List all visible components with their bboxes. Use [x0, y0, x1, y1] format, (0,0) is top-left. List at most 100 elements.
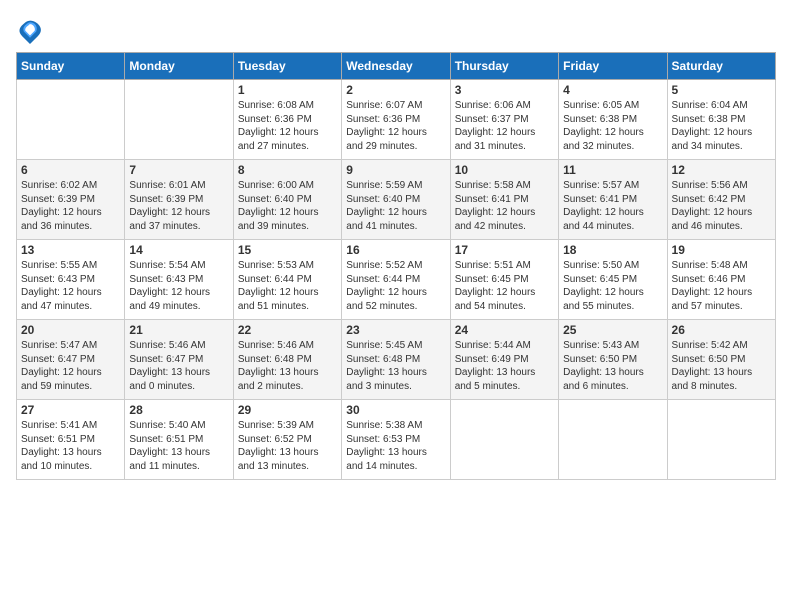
day-number: 2 — [346, 83, 445, 97]
day-number: 11 — [563, 163, 662, 177]
day-info: Sunrise: 5:40 AM Sunset: 6:51 PM Dayligh… — [129, 419, 228, 473]
calendar-cell: 8 Sunrise: 6:00 AM Sunset: 6:40 PM Daylig… — [233, 160, 341, 240]
calendar-cell — [559, 400, 667, 480]
day-header-thursday: Thursday — [450, 53, 558, 80]
day-info: Sunrise: 5:48 AM Sunset: 6:46 PM Dayligh… — [672, 259, 771, 313]
day-number: 28 — [129, 403, 228, 417]
logo — [16, 16, 48, 44]
day-number: 16 — [346, 243, 445, 257]
calendar-table: SundayMondayTuesdayWednesdayThursdayFrid… — [16, 52, 776, 480]
calendar-cell: 11 Sunrise: 5:57 AM Sunset: 6:41 PM Dayli… — [559, 160, 667, 240]
day-info: Sunrise: 5:54 AM Sunset: 6:43 PM Dayligh… — [129, 259, 228, 313]
calendar-cell: 7 Sunrise: 6:01 AM Sunset: 6:39 PM Daylig… — [125, 160, 233, 240]
day-number: 17 — [455, 243, 554, 257]
calendar-cell — [17, 80, 125, 160]
calendar-cell: 5 Sunrise: 6:04 AM Sunset: 6:38 PM Daylig… — [667, 80, 775, 160]
day-number: 12 — [672, 163, 771, 177]
day-number: 26 — [672, 323, 771, 337]
day-number: 23 — [346, 323, 445, 337]
day-number: 4 — [563, 83, 662, 97]
day-info: Sunrise: 6:07 AM Sunset: 6:36 PM Dayligh… — [346, 99, 445, 153]
calendar-cell: 1Sunrise: 6:08 AM Sunset: 6:36 PM Daylig… — [233, 80, 341, 160]
calendar-cell: 2 Sunrise: 6:07 AM Sunset: 6:36 PM Daylig… — [342, 80, 450, 160]
calendar-cell: 18 Sunrise: 5:50 AM Sunset: 6:45 PM Dayli… — [559, 240, 667, 320]
calendar-cell: 12 Sunrise: 5:56 AM Sunset: 6:42 PM Dayli… — [667, 160, 775, 240]
calendar-cell: 4Sunrise: 6:05 AM Sunset: 6:38 PM Daylig… — [559, 80, 667, 160]
day-info: Sunrise: 5:56 AM Sunset: 6:42 PM Dayligh… — [672, 179, 771, 233]
day-number: 10 — [455, 163, 554, 177]
day-number: 7 — [129, 163, 228, 177]
day-number: 13 — [21, 243, 120, 257]
day-number: 8 — [238, 163, 337, 177]
day-info: Sunrise: 5:57 AM Sunset: 6:41 PM Dayligh… — [563, 179, 662, 233]
header-row: SundayMondayTuesdayWednesdayThursdayFrid… — [17, 53, 776, 80]
day-number: 22 — [238, 323, 337, 337]
day-number: 21 — [129, 323, 228, 337]
week-row-4: 20 Sunrise: 5:47 AM Sunset: 6:47 PM Dayli… — [17, 320, 776, 400]
day-number: 3 — [455, 83, 554, 97]
day-number: 29 — [238, 403, 337, 417]
day-info: Sunrise: 5:44 AM Sunset: 6:49 PM Dayligh… — [455, 339, 554, 393]
calendar-cell: 27Sunrise: 5:41 AM Sunset: 6:51 PM Dayli… — [17, 400, 125, 480]
day-number: 25 — [563, 323, 662, 337]
day-number: 6 — [21, 163, 120, 177]
calendar-cell: 22Sunrise: 5:46 AM Sunset: 6:48 PM Dayli… — [233, 320, 341, 400]
day-info: Sunrise: 5:47 AM Sunset: 6:47 PM Dayligh… — [21, 339, 120, 393]
day-info: Sunrise: 5:41 AM Sunset: 6:51 PM Dayligh… — [21, 419, 120, 473]
calendar-cell — [125, 80, 233, 160]
week-row-3: 13 Sunrise: 5:55 AM Sunset: 6:43 PM Dayli… — [17, 240, 776, 320]
day-info: Sunrise: 5:53 AM Sunset: 6:44 PM Dayligh… — [238, 259, 337, 313]
logo-icon — [16, 16, 44, 44]
day-number: 24 — [455, 323, 554, 337]
day-info: Sunrise: 5:58 AM Sunset: 6:41 PM Dayligh… — [455, 179, 554, 233]
week-row-1: 1Sunrise: 6:08 AM Sunset: 6:36 PM Daylig… — [17, 80, 776, 160]
day-header-sunday: Sunday — [17, 53, 125, 80]
calendar-cell — [667, 400, 775, 480]
day-number: 15 — [238, 243, 337, 257]
day-number: 5 — [672, 83, 771, 97]
calendar-cell: 10 Sunrise: 5:58 AM Sunset: 6:41 PM Dayli… — [450, 160, 558, 240]
day-number: 19 — [672, 243, 771, 257]
calendar-cell: 19 Sunrise: 5:48 AM Sunset: 6:46 PM Dayli… — [667, 240, 775, 320]
day-info: Sunrise: 5:45 AM Sunset: 6:48 PM Dayligh… — [346, 339, 445, 393]
day-info: Sunrise: 5:51 AM Sunset: 6:45 PM Dayligh… — [455, 259, 554, 313]
calendar-cell: 13 Sunrise: 5:55 AM Sunset: 6:43 PM Dayli… — [17, 240, 125, 320]
day-header-friday: Friday — [559, 53, 667, 80]
calendar-cell: 23 Sunrise: 5:45 AM Sunset: 6:48 PM Dayli… — [342, 320, 450, 400]
day-info: Sunrise: 5:39 AM Sunset: 6:52 PM Dayligh… — [238, 419, 337, 473]
day-info: Sunrise: 5:52 AM Sunset: 6:44 PM Dayligh… — [346, 259, 445, 313]
calendar-cell: 28 Sunrise: 5:40 AM Sunset: 6:51 PM Dayli… — [125, 400, 233, 480]
day-header-wednesday: Wednesday — [342, 53, 450, 80]
day-info: Sunrise: 6:04 AM Sunset: 6:38 PM Dayligh… — [672, 99, 771, 153]
day-info: Sunrise: 5:50 AM Sunset: 6:45 PM Dayligh… — [563, 259, 662, 313]
day-info: Sunrise: 6:01 AM Sunset: 6:39 PM Dayligh… — [129, 179, 228, 233]
calendar-cell: 26 Sunrise: 5:42 AM Sunset: 6:50 PM Dayli… — [667, 320, 775, 400]
calendar-cell: 24 Sunrise: 5:44 AM Sunset: 6:49 PM Dayli… — [450, 320, 558, 400]
day-info: Sunrise: 5:42 AM Sunset: 6:50 PM Dayligh… — [672, 339, 771, 393]
header — [16, 16, 776, 44]
calendar-cell — [450, 400, 558, 480]
calendar-cell: 25Sunrise: 5:43 AM Sunset: 6:50 PM Dayli… — [559, 320, 667, 400]
day-number: 9 — [346, 163, 445, 177]
day-info: Sunrise: 5:38 AM Sunset: 6:53 PM Dayligh… — [346, 419, 445, 473]
week-row-2: 6Sunrise: 6:02 AM Sunset: 6:39 PM Daylig… — [17, 160, 776, 240]
day-header-saturday: Saturday — [667, 53, 775, 80]
day-info: Sunrise: 6:06 AM Sunset: 6:37 PM Dayligh… — [455, 99, 554, 153]
day-number: 20 — [21, 323, 120, 337]
day-info: Sunrise: 5:59 AM Sunset: 6:40 PM Dayligh… — [346, 179, 445, 233]
calendar-cell: 15 Sunrise: 5:53 AM Sunset: 6:44 PM Dayli… — [233, 240, 341, 320]
day-info: Sunrise: 6:00 AM Sunset: 6:40 PM Dayligh… — [238, 179, 337, 233]
day-number: 1 — [238, 83, 337, 97]
day-info: Sunrise: 5:46 AM Sunset: 6:47 PM Dayligh… — [129, 339, 228, 393]
week-row-5: 27Sunrise: 5:41 AM Sunset: 6:51 PM Dayli… — [17, 400, 776, 480]
calendar-cell: 20 Sunrise: 5:47 AM Sunset: 6:47 PM Dayli… — [17, 320, 125, 400]
day-number: 18 — [563, 243, 662, 257]
calendar-cell: 6Sunrise: 6:02 AM Sunset: 6:39 PM Daylig… — [17, 160, 125, 240]
day-number: 30 — [346, 403, 445, 417]
calendar-cell: 3 Sunrise: 6:06 AM Sunset: 6:37 PM Daylig… — [450, 80, 558, 160]
calendar-cell: 16 Sunrise: 5:52 AM Sunset: 6:44 PM Dayli… — [342, 240, 450, 320]
calendar-cell: 30 Sunrise: 5:38 AM Sunset: 6:53 PM Dayli… — [342, 400, 450, 480]
day-info: Sunrise: 5:55 AM Sunset: 6:43 PM Dayligh… — [21, 259, 120, 313]
day-number: 14 — [129, 243, 228, 257]
calendar-cell: 14 Sunrise: 5:54 AM Sunset: 6:43 PM Dayli… — [125, 240, 233, 320]
